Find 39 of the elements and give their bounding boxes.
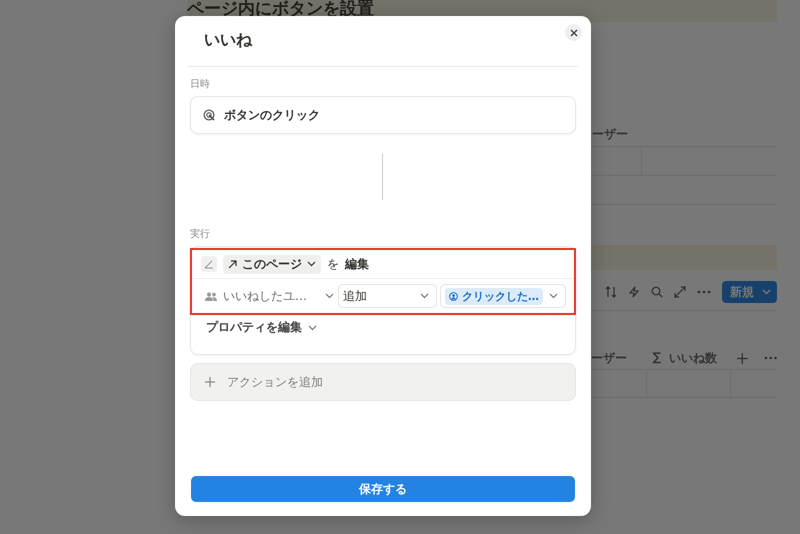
column-header: ーザー xyxy=(591,350,628,366)
column-header: いいね数 xyxy=(669,350,718,366)
add-action-button[interactable]: アクションを追加 xyxy=(190,363,576,401)
trigger-name: ボタンのクリック xyxy=(224,106,320,124)
edit-properties-button[interactable]: プロパティを編集 xyxy=(206,319,317,336)
property-selector[interactable]: いいねしたユ… xyxy=(203,284,335,308)
caret-icon[interactable] xyxy=(762,289,771,295)
value-dropdown[interactable]: クリックした… xyxy=(440,284,566,308)
more-icon[interactable] xyxy=(697,290,711,294)
search-icon[interactable] xyxy=(651,286,663,298)
people-icon xyxy=(205,292,217,300)
chevron-down-icon xyxy=(420,293,429,299)
more-icon[interactable] xyxy=(764,356,777,360)
action-text: を xyxy=(327,256,339,272)
close-button[interactable] xyxy=(565,24,582,41)
operation-dropdown[interactable]: 追加 xyxy=(338,284,437,308)
chevron-down-icon xyxy=(325,293,334,299)
action-verb: 編集 xyxy=(345,256,369,272)
plus-icon xyxy=(205,377,215,387)
column-header: ーザー xyxy=(592,127,628,141)
section-label: 実行 xyxy=(190,228,211,241)
close-icon xyxy=(570,28,578,36)
section-label: 日時 xyxy=(190,78,211,91)
expand-icon[interactable] xyxy=(674,286,686,298)
user-icon xyxy=(449,292,458,300)
dialog-title: いいね xyxy=(204,30,252,50)
trigger-card[interactable]: ボタンのクリック xyxy=(190,96,576,134)
save-button[interactable]: 保存する xyxy=(191,476,575,502)
cursor-click-icon xyxy=(203,109,215,121)
add-icon[interactable] xyxy=(736,352,748,364)
page-selector[interactable]: このページ xyxy=(223,254,321,274)
arrow-icon xyxy=(228,260,237,268)
sum-symbol: ∑ xyxy=(652,350,662,366)
lightning-icon[interactable] xyxy=(628,286,640,298)
pencil-icon xyxy=(201,256,217,272)
sort-icon[interactable] xyxy=(605,286,617,298)
chevron-down-icon xyxy=(308,324,317,330)
chevron-down-icon xyxy=(549,293,558,299)
chevron-down-icon xyxy=(307,261,316,267)
